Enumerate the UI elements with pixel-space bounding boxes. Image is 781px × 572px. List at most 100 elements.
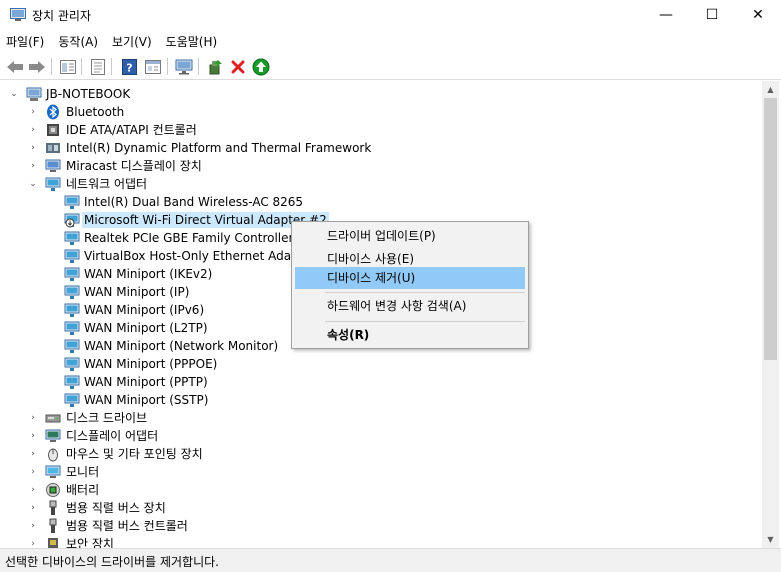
tree-item-label: WAN Miniport (IP) [84,285,190,299]
tree-item-label: Bluetooth [66,105,125,119]
tree-item-network-adapters[interactable]: ⌄ 네트워크 어댑터 [0,175,760,193]
tree-item-label: Intel(R) Dual Band Wireless-AC 8265 [84,195,304,209]
monitor-icon [175,59,193,74]
console-icon [145,59,161,74]
status-text: 선택한 디바이스의 드라이버를 제거합니다. [5,555,219,569]
menu-item-uninstall-device[interactable]: 디바이스 제거(U) [295,267,525,289]
mouse-icon [48,448,58,462]
toolbar-separator [81,58,82,75]
help-button[interactable]: ? [119,57,139,76]
scrollbar-thumb[interactable] [764,98,777,360]
tree-item-wan-pppoe[interactable]: WAN Miniport (PPPOE) [0,355,760,373]
tree-root[interactable]: ⌄ JB-NOTEBOOK [0,85,760,103]
close-button[interactable]: ✕ [735,0,781,30]
toolbar: ? [0,53,781,80]
computer-icon [26,87,42,101]
maximize-button[interactable]: ☐ [689,0,735,30]
network-device-icon [64,321,80,335]
tree-item-intel-wireless[interactable]: Intel(R) Dual Band Wireless-AC 8265 [0,193,760,211]
expand-chevron-icon[interactable]: › [28,517,38,535]
disk-drive-icon [45,414,61,423]
scroll-up-arrow-icon[interactable]: ▲ [762,81,779,98]
monitor-icon [45,465,61,478]
tree-item-label: Realtek PCIe GBE Family Controller [84,231,294,245]
scan-hardware-button[interactable] [174,57,194,76]
menu-help[interactable]: 도움말(H) [160,30,224,52]
network-device-icon [64,267,80,281]
scroll-down-arrow-icon[interactable]: ▼ [762,531,779,548]
menu-action[interactable]: 동작(A) [52,30,104,52]
tree-item-label: WAN Miniport (IPv6) [84,303,205,317]
computer-name: JB-NOTEBOOK [46,87,131,101]
update-driver-button[interactable] [205,57,225,76]
view-button[interactable] [58,57,78,76]
network-device-icon [64,303,80,317]
expand-chevron-icon[interactable]: › [28,409,38,427]
menu-file[interactable]: 파일(F) [0,30,50,52]
tree-item-bluetooth[interactable]: › Bluetooth [0,103,760,121]
menu-item-properties[interactable]: 속성(R) [295,324,525,346]
tree-item-usb-devices[interactable]: › 범용 직렬 버스 장치 [0,499,760,517]
tree-item-monitors[interactable]: › 모니터 [0,463,760,481]
expand-chevron-icon[interactable]: › [28,121,38,139]
tree-item-security-devices[interactable]: › 보안 장치 [0,535,760,548]
network-device-disabled-icon [64,213,80,228]
network-device-icon [64,339,80,353]
menu-view[interactable]: 보기(V) [106,30,158,52]
forward-button[interactable] [27,57,47,76]
tree-item-wan-sstp[interactable]: WAN Miniport (SSTP) [0,391,760,409]
back-button[interactable] [5,57,25,76]
uninstall-button[interactable] [228,57,248,76]
tree-item-ide[interactable]: › IDE ATA/ATAPI 컨트롤러 [0,121,760,139]
tree-item-intel-dptf[interactable]: › Intel(R) Dynamic Platform and Thermal … [0,139,760,157]
collapse-chevron-icon[interactable]: ⌄ [9,85,19,103]
vertical-scrollbar[interactable]: ▲ ▼ [762,81,779,548]
properties-button[interactable] [88,57,108,76]
security-device-icon [48,538,58,548]
tree-item-mice[interactable]: › 마우스 및 기타 포인팅 장치 [0,445,760,463]
minimize-button[interactable]: — [643,0,689,30]
console-button[interactable] [143,57,163,76]
bluetooth-icon [47,104,59,120]
expand-chevron-icon[interactable]: › [28,481,38,499]
toolbar-separator [167,58,168,75]
toolbar-separator [111,58,112,75]
usb-icon [49,500,57,515]
device-manager-app-icon [10,8,26,21]
menu-item-scan-hardware[interactable]: 하드웨어 변경 사항 검색(A) [295,295,525,317]
update-driver-icon [209,59,222,74]
expand-chevron-icon[interactable]: › [28,445,38,463]
battery-icon [46,483,60,497]
expand-chevron-icon[interactable]: › [28,139,38,157]
menu-item-update-driver[interactable]: 드라이버 업데이트(P) [295,225,525,247]
network-device-icon [64,249,80,263]
expand-chevron-icon[interactable]: › [28,499,38,517]
miracast-icon [45,159,61,172]
menu-bar: 파일(F) 동작(A) 보기(V) 도움말(H) [0,30,781,52]
expand-chevron-icon[interactable]: › [28,463,38,481]
expand-chevron-icon[interactable]: › [28,535,38,548]
menu-separator [325,321,525,322]
tree-item-label: 네트워크 어댑터 [66,177,148,191]
tree-item-label: WAN Miniport (Network Monitor) [84,339,279,353]
tree-item-wan-pptp[interactable]: WAN Miniport (PPTP) [0,373,760,391]
help-icon: ? [121,58,137,75]
collapse-chevron-icon[interactable]: ⌄ [28,175,38,193]
tree-item-usb-controllers[interactable]: › 범용 직렬 버스 컨트롤러 [0,517,760,535]
tree-item-disk-drives[interactable]: › 디스크 드라이브 [0,409,760,427]
expand-chevron-icon[interactable]: › [28,427,38,445]
expand-chevron-icon[interactable]: › [28,157,38,175]
enable-icon [252,58,270,75]
expand-chevron-icon[interactable]: › [28,103,38,121]
window-title: 장치 관리자 [32,9,92,23]
tree-item-label: 마우스 및 기타 포인팅 장치 [66,447,203,461]
properties-icon [91,58,105,75]
network-device-icon [64,231,80,245]
tree-item-miracast[interactable]: › Miracast 디스플레이 장치 [0,157,760,175]
remove-icon [231,60,245,73]
tree-item-label: WAN Miniport (L2TP) [84,321,208,335]
enable-device-button[interactable] [251,57,271,76]
network-device-icon [64,375,80,389]
tree-item-display-adapters[interactable]: › 디스플레이 어댑터 [0,427,760,445]
tree-item-batteries[interactable]: › 배터리 [0,481,760,499]
